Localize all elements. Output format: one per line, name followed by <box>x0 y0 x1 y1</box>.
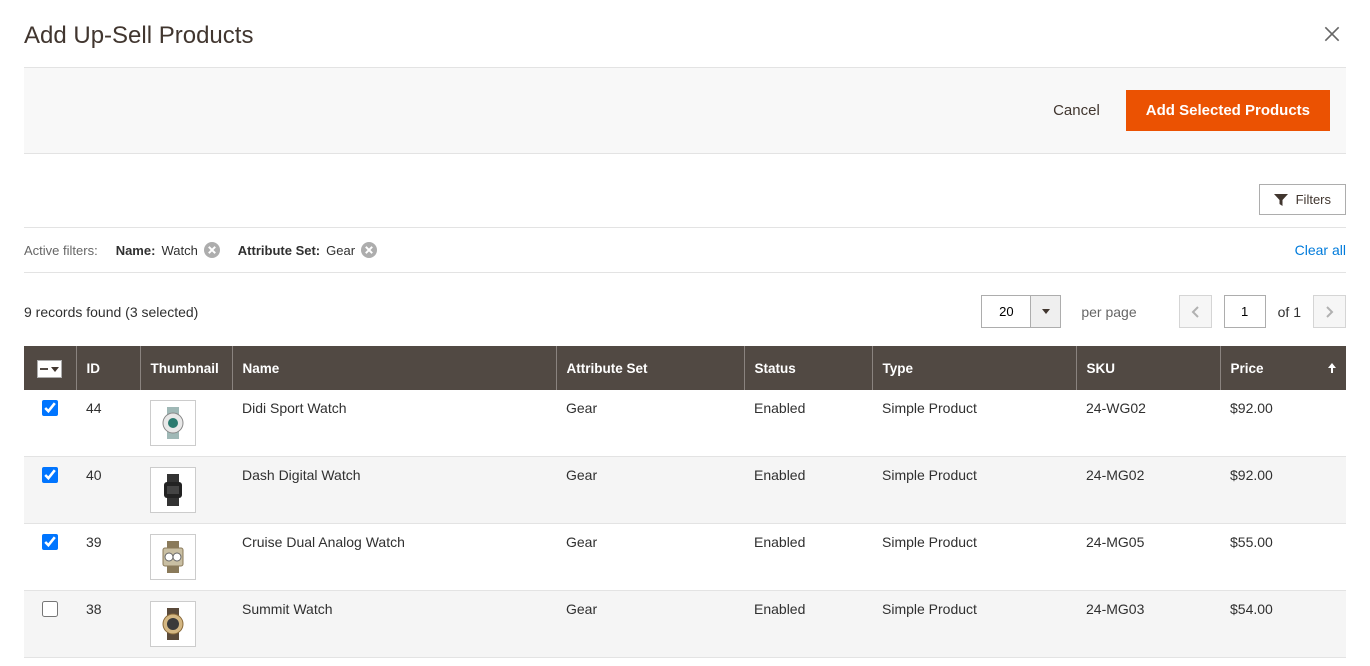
filter-chip-attribute-set: Attribute Set: Gear <box>238 242 377 258</box>
remove-icon <box>208 246 216 254</box>
per-page-label: per page <box>1081 304 1136 320</box>
per-page-group <box>981 295 1061 328</box>
col-header-name[interactable]: Name <box>232 346 556 390</box>
cell-type: Simple Product <box>872 390 1076 457</box>
filter-icon <box>1274 194 1288 206</box>
chevron-right-icon <box>1326 306 1334 318</box>
remove-icon <box>365 246 373 254</box>
remove-filter-attrset-button[interactable] <box>361 242 377 258</box>
product-thumbnail[interactable] <box>150 400 196 446</box>
table-row[interactable]: 38 Summit WatchGearEnabledSimple Product2… <box>24 591 1346 658</box>
cell-id: 39 <box>76 524 140 591</box>
cell-id: 40 <box>76 457 140 524</box>
row-checkbox[interactable] <box>42 534 58 550</box>
active-filters-bar: Active filters: Name: Watch Attribute Se… <box>24 228 1346 273</box>
cell-status: Enabled <box>744 591 872 658</box>
chevron-left-icon <box>1191 306 1199 318</box>
row-checkbox[interactable] <box>42 467 58 483</box>
table-row[interactable]: 40 Dash Digital WatchGearEnabledSimple Pr… <box>24 457 1346 524</box>
page-number-input[interactable] <box>1224 295 1266 328</box>
cell-status: Enabled <box>744 390 872 457</box>
active-filters-label: Active filters: <box>24 243 98 258</box>
cell-thumbnail <box>140 457 232 524</box>
cell-id: 38 <box>76 591 140 658</box>
records-found-text: 9 records found (3 selected) <box>24 304 198 320</box>
cell-price: $54.00 <box>1220 591 1346 658</box>
next-page-button[interactable] <box>1313 295 1346 328</box>
col-header-attribute-set[interactable]: Attribute Set <box>556 346 744 390</box>
filter-chip-value: Watch <box>161 243 197 258</box>
cell-status: Enabled <box>744 524 872 591</box>
cell-attribute-set: Gear <box>556 457 744 524</box>
cell-type: Simple Product <box>872 591 1076 658</box>
add-selected-products-button[interactable]: Add Selected Products <box>1126 90 1330 131</box>
modal-title: Add Up-Sell Products <box>24 22 253 50</box>
caret-down-icon <box>51 367 59 372</box>
cell-price: $92.00 <box>1220 457 1346 524</box>
modal-header: Add Up-Sell Products <box>24 0 1346 67</box>
cell-thumbnail <box>140 524 232 591</box>
cell-sku: 24-WG02 <box>1076 390 1220 457</box>
cell-name: Dash Digital Watch <box>232 457 556 524</box>
remove-filter-name-button[interactable] <box>204 242 220 258</box>
row-checkbox[interactable] <box>42 601 58 617</box>
filters-button-label: Filters <box>1296 192 1331 207</box>
cell-thumbnail <box>140 591 232 658</box>
cell-id: 44 <box>76 390 140 457</box>
modal: Add Up-Sell Products Cancel Add Selected… <box>0 0 1370 658</box>
cell-name: Summit Watch <box>232 591 556 658</box>
indeterminate-icon <box>40 368 48 370</box>
filter-chip-value: Gear <box>326 243 355 258</box>
clear-all-filters-link[interactable]: Clear all <box>1295 242 1346 258</box>
product-thumbnail[interactable] <box>150 534 196 580</box>
cancel-button[interactable]: Cancel <box>1047 102 1106 119</box>
row-checkbox[interactable] <box>42 400 58 416</box>
filter-chip-key: Name: <box>116 243 156 258</box>
cell-attribute-set: Gear <box>556 524 744 591</box>
col-header-type[interactable]: Type <box>872 346 1076 390</box>
filters-button[interactable]: Filters <box>1259 184 1346 215</box>
caret-down-icon <box>1042 309 1050 314</box>
filters-toolbar: Filters <box>24 154 1346 228</box>
close-icon <box>1322 24 1342 44</box>
pager: per page of 1 <box>981 295 1346 328</box>
per-page-input[interactable] <box>981 295 1031 328</box>
cell-attribute-set: Gear <box>556 591 744 658</box>
cell-status: Enabled <box>744 457 872 524</box>
product-thumbnail[interactable] <box>150 601 196 647</box>
actions-bar: Cancel Add Selected Products <box>24 67 1346 154</box>
product-thumbnail[interactable] <box>150 467 196 513</box>
col-header-sku[interactable]: SKU <box>1076 346 1220 390</box>
cell-attribute-set: Gear <box>556 390 744 457</box>
col-header-id[interactable]: ID <box>76 346 140 390</box>
cell-price: $55.00 <box>1220 524 1346 591</box>
cell-type: Simple Product <box>872 524 1076 591</box>
cell-thumbnail <box>140 390 232 457</box>
per-page-dropdown-button[interactable] <box>1031 295 1061 328</box>
table-row[interactable]: 39 Cruise Dual Analog WatchGearEnabledSim… <box>24 524 1346 591</box>
prev-page-button[interactable] <box>1179 295 1212 328</box>
close-button[interactable] <box>1318 20 1346 51</box>
cell-sku: 24-MG03 <box>1076 591 1220 658</box>
filter-chip-name: Name: Watch <box>116 242 220 258</box>
cell-name: Didi Sport Watch <box>232 390 556 457</box>
col-header-checkbox[interactable] <box>24 346 76 390</box>
count-pager-bar: 9 records found (3 selected) per page of… <box>24 273 1346 346</box>
filter-chip-key: Attribute Set: <box>238 243 320 258</box>
col-header-status[interactable]: Status <box>744 346 872 390</box>
col-header-price[interactable]: Price <box>1220 346 1346 390</box>
cell-price: $92.00 <box>1220 390 1346 457</box>
products-table: ID Thumbnail Name Attribute Set Status T… <box>24 346 1346 658</box>
col-header-thumbnail[interactable]: Thumbnail <box>140 346 232 390</box>
cell-type: Simple Product <box>872 457 1076 524</box>
master-checkbox[interactable] <box>37 360 62 378</box>
cell-sku: 24-MG02 <box>1076 457 1220 524</box>
cell-sku: 24-MG05 <box>1076 524 1220 591</box>
cell-name: Cruise Dual Analog Watch <box>232 524 556 591</box>
table-row[interactable]: 44 Didi Sport WatchGearEnabledSimple Prod… <box>24 390 1346 457</box>
page-of-text: of 1 <box>1278 304 1301 320</box>
sort-ascending-icon <box>1328 363 1336 373</box>
